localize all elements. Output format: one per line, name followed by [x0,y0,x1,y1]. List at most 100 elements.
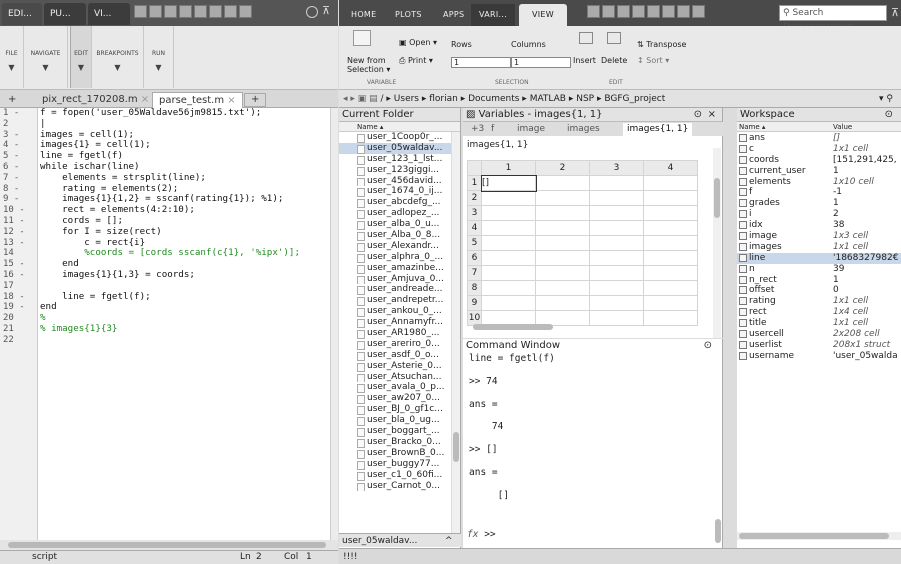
name-column-header[interactable]: Name ▴ [739,123,765,131]
scroll-thumb[interactable] [739,533,889,539]
file-item[interactable]: user_andrepetr... [339,295,451,307]
command-window[interactable]: Command Window ⊙ line = fgetl(f) >> 74 ans … [463,339,723,548]
grid-cell[interactable] [589,175,644,191]
grid-cell[interactable] [535,175,590,191]
file-item[interactable]: user_asdf_0_o... [339,350,451,361]
breadcrumb-item[interactable]: Users [394,94,419,104]
cut-icon[interactable] [602,5,615,18]
grid-cell[interactable] [535,295,590,311]
help-icon[interactable] [239,5,252,18]
editor-vertical-scrollbar[interactable] [330,108,338,540]
tab-count[interactable]: +3 [467,123,488,136]
breadcrumb-item[interactable]: MATLAB [530,94,566,104]
add-tab-button[interactable]: + [244,93,267,107]
file-item[interactable]: user_areriro_0... [339,339,451,350]
function-icon[interactable]: fx [467,529,478,540]
row-header[interactable]: 7 [467,265,482,281]
search-folder-icon[interactable]: ▾ ⚲ [879,90,893,108]
workspace-row[interactable]: n 39 [737,264,901,275]
file-item[interactable]: user_buggy77... [339,459,451,470]
expand-icon[interactable]: ⊼ [322,5,334,18]
workspace-row[interactable]: userlist 208x1 struct [737,340,901,351]
file-item[interactable]: user_05waldav... [339,142,451,154]
file-item[interactable]: user_abcdefg_... [339,197,451,209]
help-icon[interactable] [692,5,705,18]
tab-plots[interactable]: PLOTS [387,4,430,26]
row-header[interactable]: 5 [467,235,482,251]
section-file[interactable]: FILE ▼ [0,26,24,88]
grid-cell[interactable] [643,205,698,221]
row-header[interactable]: 8 [467,280,482,296]
search-documentation-input[interactable]: ⚲ Search Documentation [779,5,887,32]
workspace-row[interactable]: title 1x1 cell [737,318,901,329]
grid-cell[interactable] [643,250,698,266]
grid-cell[interactable] [643,295,698,311]
delete-button[interactable]: Delete [601,56,627,65]
workspace-row[interactable]: image 1x3 cell [737,231,901,242]
redo-icon[interactable] [209,5,222,18]
file-item[interactable]: user_c1_0_60fi... [339,470,451,481]
scroll-thumb[interactable] [8,542,326,548]
workspace-row[interactable]: current_user 1 [737,166,901,177]
file-item[interactable]: user_Bracko_0... [339,437,451,448]
print-button[interactable]: ⎙ Print ▾ [399,56,433,66]
file-item[interactable]: user_aw207_0... [339,393,451,405]
file-item[interactable]: user_1674_0_ij... [339,186,451,198]
undo-icon[interactable] [194,5,207,18]
scroll-thumb[interactable] [714,178,720,218]
workspace-row[interactable]: coords [151,291,425, [737,155,901,166]
options-icon[interactable]: ⊙ [704,339,712,353]
breadcrumb-item[interactable]: NSP [576,94,594,104]
switch-windows-icon[interactable] [224,5,237,18]
grid-cell[interactable] [589,250,644,266]
close-icon[interactable]: × [227,95,235,106]
grid-cell[interactable] [535,280,590,296]
workspace-row[interactable]: ans [] [737,133,901,144]
copy-icon[interactable] [164,5,177,18]
tab-parse-test[interactable]: parse_test.m × [152,92,243,108]
grid-cell[interactable] [535,250,590,266]
paste-icon[interactable] [179,5,192,18]
section-navigate[interactable]: NAVIGATE ▼ [24,26,68,88]
switch-windows-icon[interactable] [677,5,690,18]
file-item[interactable]: user_AR1980_... [339,328,451,339]
grid-cell[interactable] [589,310,644,326]
workspace-row[interactable]: idx 38 [737,220,901,231]
redo-icon[interactable] [662,5,675,18]
row-header[interactable]: 4 [467,220,482,236]
code-line[interactable]: % images{1}{3} [40,323,328,335]
breadcrumb-item[interactable]: Documents [468,94,519,104]
code-line[interactable]: images{1}{1,3} = coords; [40,269,328,281]
code-line[interactable]: %coords = [cords sscanf(c{1}, '%ipx')]; [40,248,328,259]
workspace-horizontal-scrollbar[interactable] [737,532,901,540]
grid-cell[interactable] [643,235,698,251]
code-lines[interactable]: f = fopen('user_05Waldave56jm9815.txt');… [40,107,328,346]
workspace-row[interactable]: line '1868327982€ [737,252,901,264]
paste-icon[interactable] [632,5,645,18]
file-item[interactable]: user_BrownB_0... [339,448,451,459]
code-editor[interactable]: 1 -23 -4 -5 -6 -7 -8 -9 -10 -11 -12 -13 … [0,107,330,540]
tab-images[interactable]: images [563,123,604,136]
file-item[interactable]: user_Amjuva_0... [339,274,451,285]
code-line[interactable]: f = fopen('user_05Waldave56jm9815.txt'); [40,107,328,119]
workspace-row[interactable]: c 1x1 cell [737,144,901,155]
file-item[interactable]: user_Carnot_0... [339,481,451,492]
grid-cell[interactable] [481,280,536,296]
grid-cell[interactable] [643,265,698,281]
grid-cell[interactable] [643,280,698,296]
new-from-selection-icon[interactable] [353,30,371,46]
grid-cell[interactable] [535,205,590,221]
close-icon[interactable]: × [141,94,149,105]
workspace-row[interactable]: username 'user_05walda [737,351,901,362]
file-item[interactable]: user_Atsuchan... [339,372,451,383]
undo-icon[interactable] [647,5,660,18]
grid-cell[interactable] [589,295,644,311]
grid-cell[interactable] [481,250,536,266]
name-column-header[interactable]: Name ▴ [339,122,460,132]
scroll-thumb[interactable] [453,432,459,462]
section-edit[interactable]: EDIT ▼ [70,26,92,88]
delete-icon[interactable] [607,32,621,44]
tab-publish[interactable]: PU... [44,3,86,25]
editor-horizontal-scrollbar[interactable] [0,540,338,550]
tab-variable[interactable]: VARI... [471,4,516,26]
